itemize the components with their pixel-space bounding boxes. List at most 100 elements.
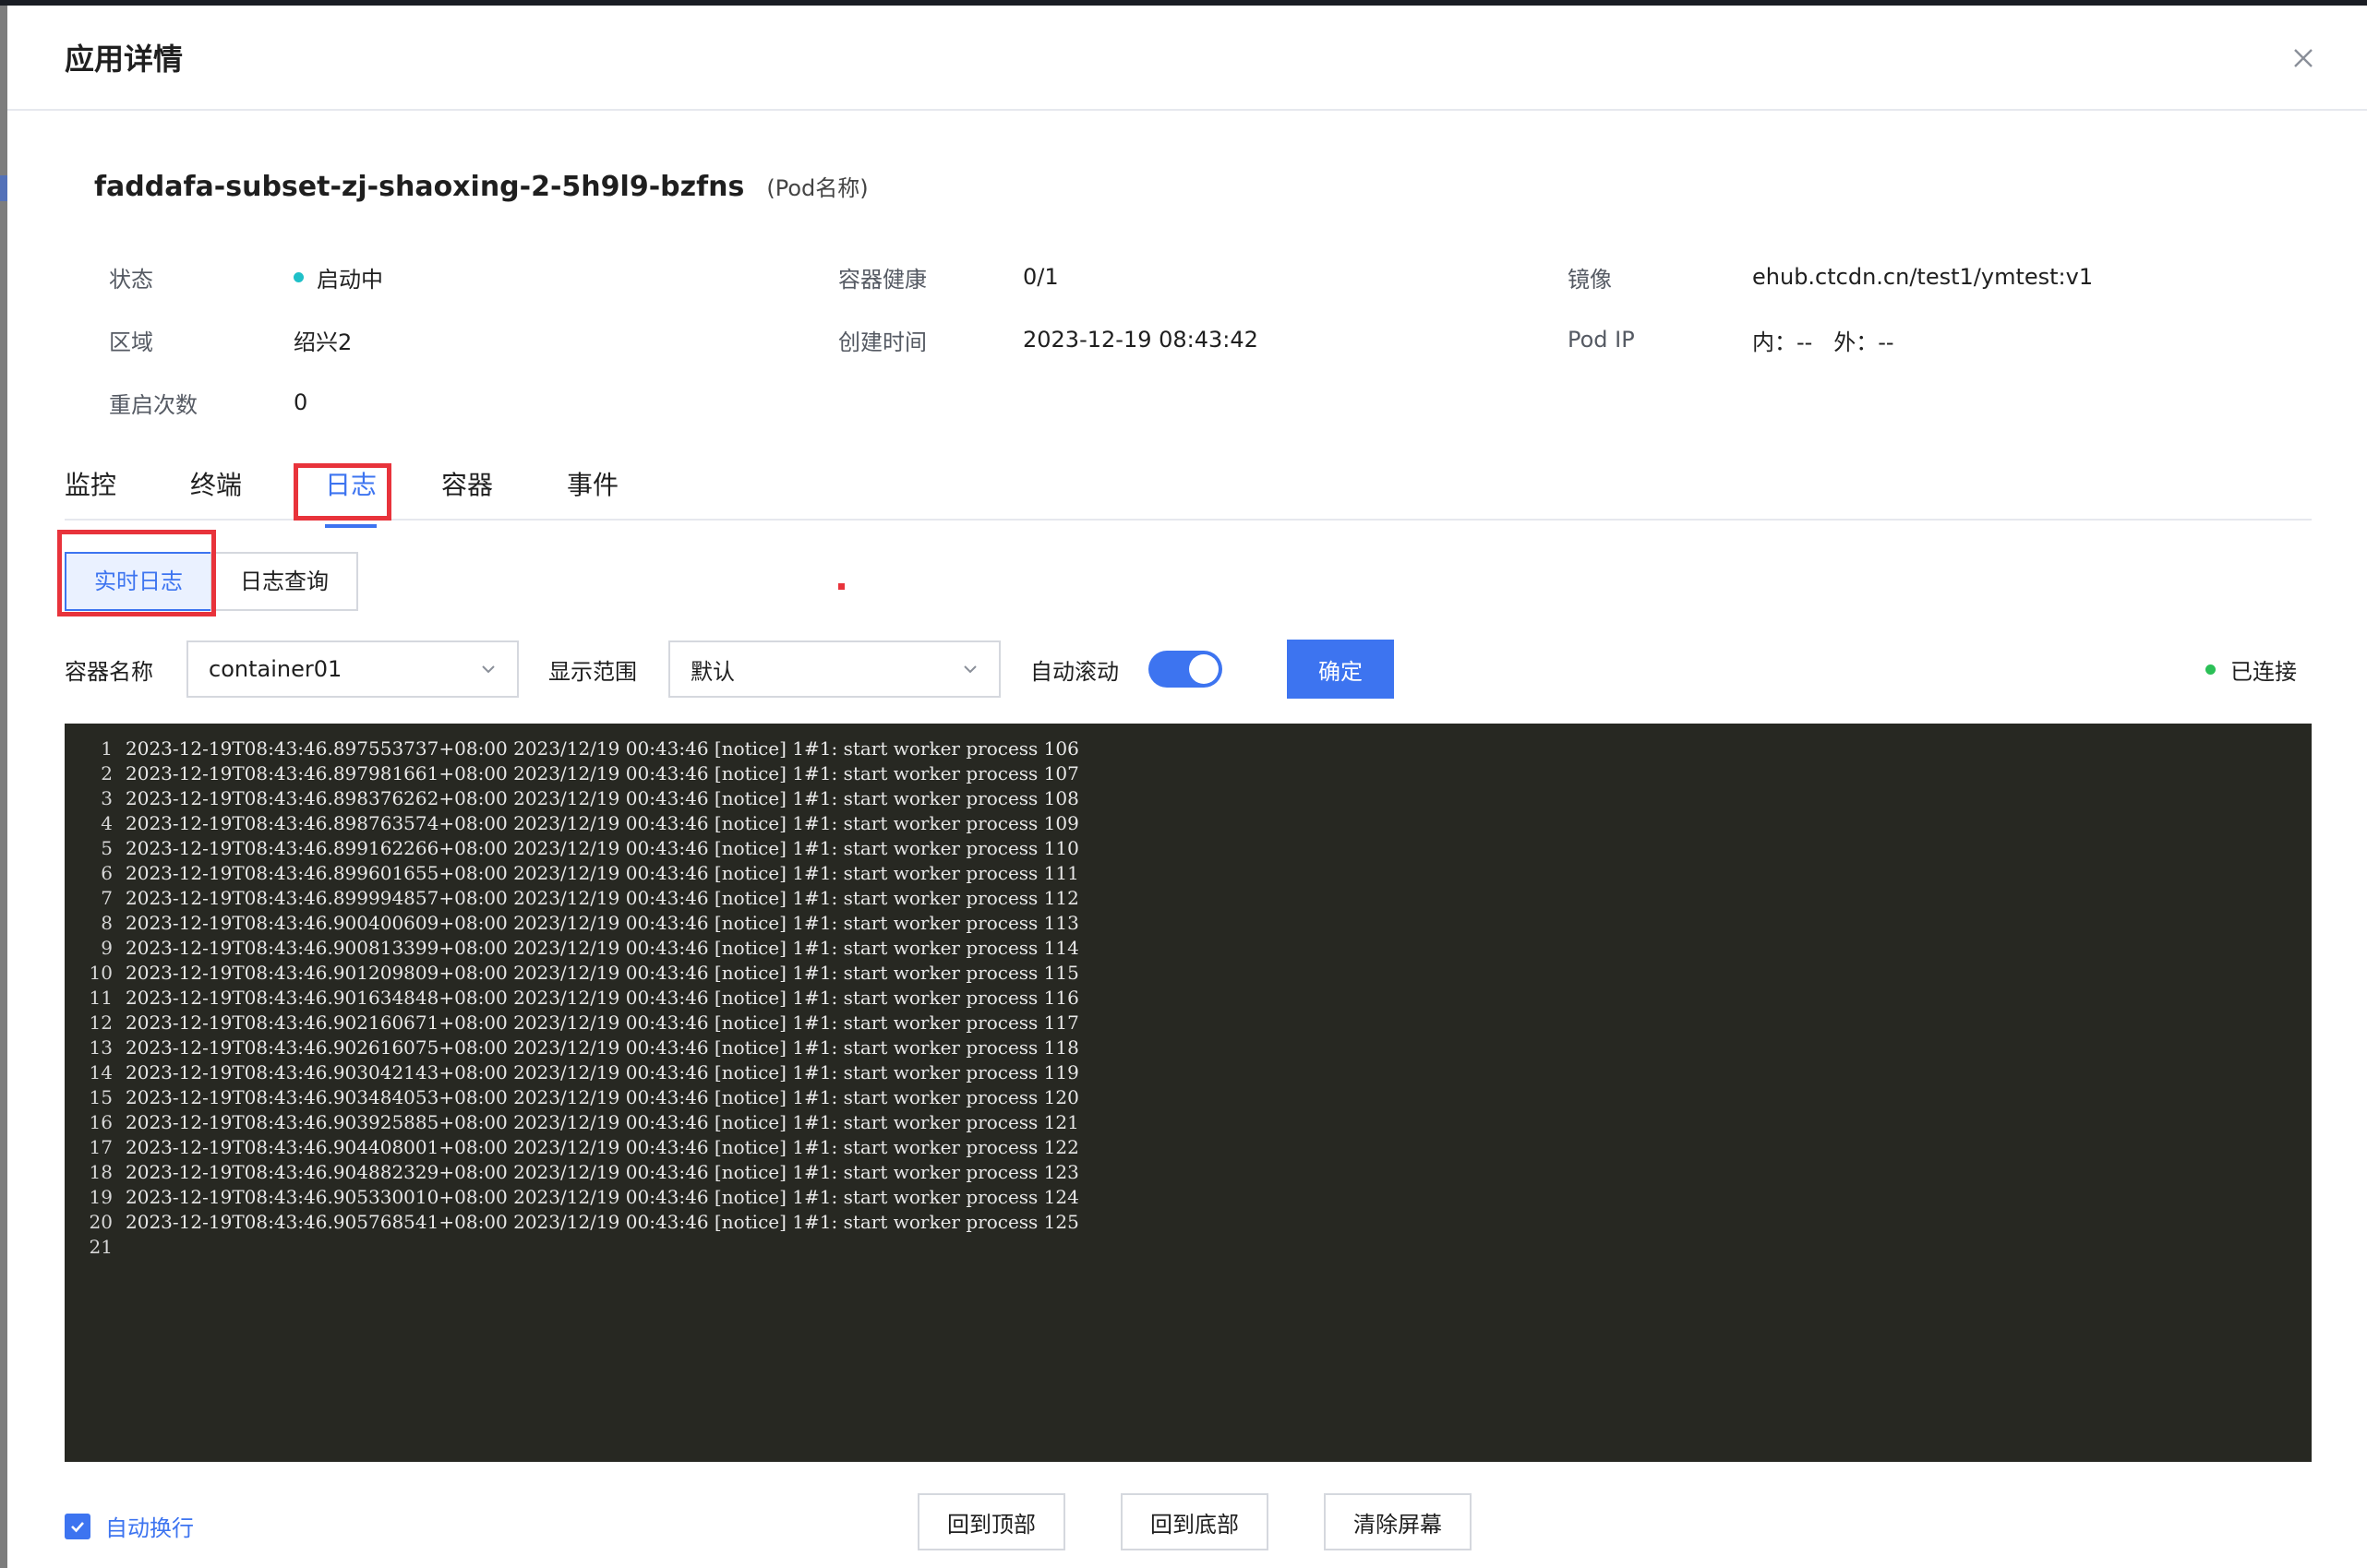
log-line-text: 2023-12-19T08:43:46.903042143+08:00 2023… (126, 1061, 1079, 1083)
clear-screen-button[interactable]: 清除屏幕 (1324, 1493, 1472, 1550)
connection-status: 已连接 (2205, 653, 2297, 686)
image-label: 镜像 (1568, 266, 1612, 293)
log-line: 2 2023-12-19T08:43:46.897981661+08:00 202… (65, 761, 2312, 786)
log-line-text: 2023-12-19T08:43:46.905330010+08:00 2023… (126, 1186, 1079, 1208)
info-created: 创建时间 2023-12-19 08:43:42 (838, 324, 1568, 356)
auto-scroll-label: 自动滚动 (1030, 658, 1119, 685)
tab-label: 事件 (567, 470, 619, 500)
log-line: 6 2023-12-19T08:43:46.899601655+08:00 202… (65, 861, 2312, 886)
log-line: 5 2023-12-19T08:43:46.899162266+08:00 202… (65, 836, 2312, 861)
subtab-log-query[interactable]: 日志查询 (210, 552, 358, 611)
log-line-text: 2023-12-19T08:43:46.903925885+08:00 2023… (126, 1111, 1079, 1133)
app-detail-modal: 应用详情 faddafa-subset-zj-shaoxing-2-5h9l9-… (7, 6, 2367, 1568)
log-line-number: 13 (89, 1036, 113, 1059)
log-line-number: 2 (101, 762, 113, 784)
annotation-dot (838, 583, 845, 590)
info-row: 状态 启动中 容器健康 0/1 镜像 ehub.ctcdn.cn/test1/y… (109, 245, 2325, 308)
background-page-edge (0, 0, 7, 1568)
log-line: 8 2023-12-19T08:43:46.900400609+08:00 202… (65, 911, 2312, 936)
tab-containers[interactable]: 容器 (441, 452, 567, 519)
pod-ip-label: Pod IP (1568, 327, 1635, 353)
log-line-text: 2023-12-19T08:43:46.899162266+08:00 2023… (126, 837, 1079, 859)
connected-label: 已连接 (2230, 658, 2297, 685)
info-row: 重启次数 0 (109, 371, 2325, 434)
log-line-number: 12 (89, 1011, 113, 1034)
tab-label: 监控 (65, 470, 117, 500)
log-line: 16 2023-12-19T08:43:46.903925885+08:00 20… (65, 1110, 2312, 1135)
chevron-down-icon (482, 665, 495, 674)
status-value: 启动中 (294, 261, 383, 293)
display-range-value: 默认 (691, 658, 735, 685)
pod-ip-value: 内：-- 外：-- (1752, 329, 1894, 355)
close-button[interactable] (2288, 42, 2319, 74)
log-line-text: 2023-12-19T08:43:46.897553737+08:00 2023… (126, 737, 1079, 760)
log-line: 20 2023-12-19T08:43:46.905768541+08:00 20… (65, 1210, 2312, 1235)
restarts-value: 0 (294, 389, 308, 415)
log-line-text: 2023-12-19T08:43:46.901634848+08:00 2023… (126, 987, 1079, 1009)
log-line: 11 2023-12-19T08:43:46.901634848+08:00 20… (65, 986, 2312, 1011)
health-value: 0/1 (1023, 264, 1059, 290)
container-select-value: container01 (209, 656, 342, 682)
log-line-number: 6 (101, 862, 113, 884)
log-line-text: 2023-12-19T08:43:46.898763574+08:00 2023… (126, 812, 1079, 834)
tab-logs[interactable]: 日志 (316, 452, 441, 528)
region-label: 区域 (109, 329, 153, 355)
log-line-text: 2023-12-19T08:43:46.904408001+08:00 2023… (126, 1136, 1079, 1158)
auto-scroll-toggle[interactable] (1148, 651, 1222, 688)
display-range-select[interactable]: 默认 (668, 640, 1001, 698)
log-line-number: 5 (101, 837, 113, 859)
log-line-text: 2023-12-19T08:43:46.900400609+08:00 2023… (126, 912, 1079, 934)
health-label: 容器健康 (838, 266, 927, 293)
info-status: 状态 启动中 (109, 261, 838, 293)
log-line: 13 2023-12-19T08:43:46.902616075+08:00 20… (65, 1035, 2312, 1060)
pod-name-hint: (Pod名称) (766, 175, 869, 201)
log-subtabs: 实时日志 日志查询 (65, 552, 358, 611)
checkbox-checked-icon (65, 1513, 90, 1539)
log-line-number: 11 (89, 987, 113, 1009)
auto-wrap-checkbox[interactable]: 自动换行 (65, 1510, 194, 1542)
log-line: 18 2023-12-19T08:43:46.904882329+08:00 20… (65, 1160, 2312, 1185)
log-line-number: 10 (89, 962, 113, 984)
tab-label: 日志 (316, 452, 386, 528)
scroll-to-top-button[interactable]: 回到顶部 (918, 1493, 1065, 1550)
log-line-text: 2023-12-19T08:43:46.898376262+08:00 2023… (126, 787, 1079, 809)
log-toolbar: 容器名称 container01 显示范围 默认 自动滚动 确定 已连接 (65, 639, 2312, 700)
log-line: 10 2023-12-19T08:43:46.901209809+08:00 20… (65, 961, 2312, 986)
log-line: 14 2023-12-19T08:43:46.903042143+08:00 20… (65, 1060, 2312, 1085)
info-row: 区域 绍兴2 创建时间 2023-12-19 08:43:42 Pod IP 内… (109, 308, 2325, 371)
log-line-number: 17 (89, 1136, 113, 1158)
log-line-text: 2023-12-19T08:43:46.901209809+08:00 2023… (126, 962, 1079, 984)
tab-monitor[interactable]: 监控 (65, 452, 190, 519)
close-icon (2294, 49, 2313, 67)
tab-label: 终端 (190, 470, 243, 500)
log-line-text: 2023-12-19T08:43:46.899994857+08:00 2023… (126, 887, 1079, 909)
log-line-text: 2023-12-19T08:43:46.903484053+08:00 2023… (126, 1086, 1079, 1108)
status-dot-icon (294, 271, 304, 282)
log-terminal[interactable]: 1 2023-12-19T08:43:46.897553737+08:00 202… (65, 724, 2312, 1462)
restarts-label: 重启次数 (109, 391, 198, 418)
log-line: 21 (65, 1235, 2312, 1260)
pod-name: faddafa-subset-zj-shaoxing-2-5h9l9-bzfns (94, 171, 745, 203)
tab-label: 容器 (441, 470, 494, 500)
log-line-number: 4 (101, 812, 113, 834)
log-line: 15 2023-12-19T08:43:46.903484053+08:00 20… (65, 1085, 2312, 1110)
region-value: 绍兴2 (294, 329, 353, 355)
status-text: 启动中 (317, 266, 383, 293)
toggle-knob (1189, 654, 1219, 684)
modal-header: 应用详情 (7, 6, 2367, 111)
log-line-number: 3 (101, 787, 113, 809)
tab-events[interactable]: 事件 (567, 452, 692, 519)
tab-terminal[interactable]: 终端 (190, 452, 316, 519)
display-range-label: 显示范围 (548, 658, 637, 685)
log-line-text: 2023-12-19T08:43:46.902160671+08:00 2023… (126, 1011, 1079, 1034)
log-line-text: 2023-12-19T08:43:46.905768541+08:00 2023… (126, 1211, 1079, 1233)
image-value: ehub.ctcdn.cn/test1/ymtest:v1 (1752, 264, 2094, 290)
log-line-number: 21 (89, 1236, 113, 1258)
confirm-button[interactable]: 确定 (1287, 640, 1394, 699)
container-select[interactable]: container01 (186, 640, 519, 698)
log-line-number: 9 (101, 937, 113, 959)
pod-name-row: faddafa-subset-zj-shaoxing-2-5h9l9-bzfns… (94, 170, 869, 203)
log-line-number: 18 (89, 1161, 113, 1183)
subtab-realtime-logs[interactable]: 实时日志 (65, 552, 212, 611)
scroll-to-bottom-button[interactable]: 回到底部 (1121, 1493, 1268, 1550)
